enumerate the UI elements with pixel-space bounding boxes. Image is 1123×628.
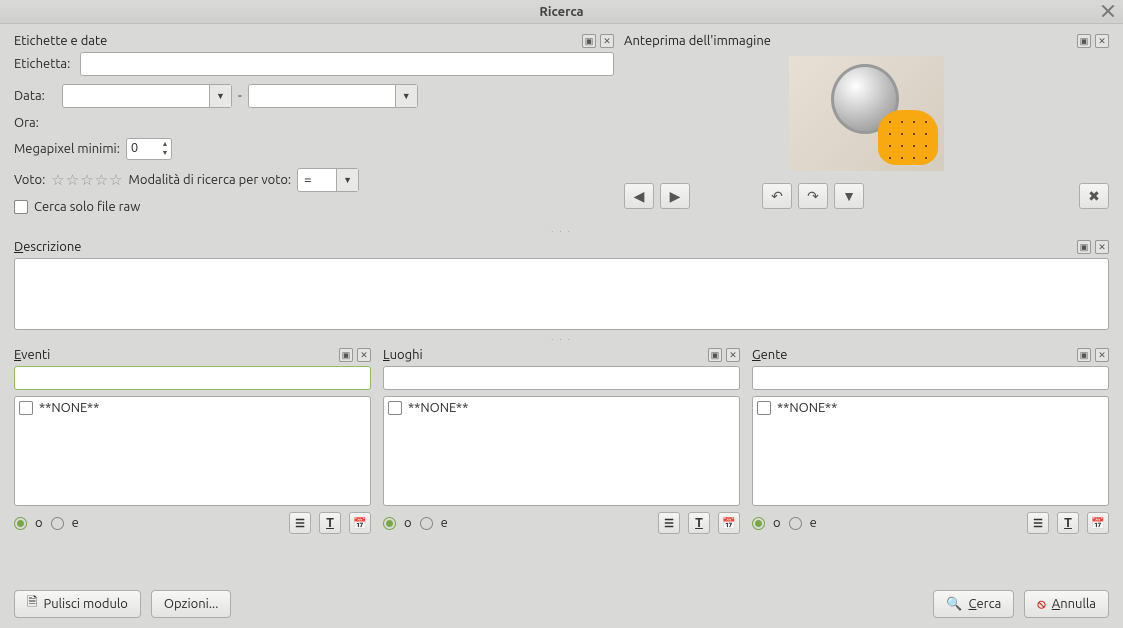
- places-panel: Luoghi ▣ ✕ **NONE** o e ☰ T 📅: [383, 348, 740, 534]
- label-etichetta: Etichetta:: [14, 57, 74, 71]
- list-item: **NONE**: [757, 401, 1104, 415]
- description-title: Descrizione: [14, 240, 1077, 254]
- prev-button[interactable]: ◀: [624, 183, 654, 209]
- clear-form-button[interactable]: 🗎 Pulisci modulo: [14, 590, 141, 618]
- item-checkbox[interactable]: [388, 401, 402, 415]
- rotate-ccw-button[interactable]: ↶: [762, 183, 792, 209]
- stop-icon: ⦸: [1037, 597, 1045, 612]
- select-all-button[interactable]: ☰: [289, 512, 311, 534]
- ratings-toggle-button[interactable]: ▼: [834, 183, 864, 209]
- events-filter-input[interactable]: [14, 366, 371, 390]
- item-checkbox[interactable]: [19, 401, 33, 415]
- megapixel-spinner[interactable]: 0 ▲▼: [126, 138, 172, 160]
- dialog-button-bar: 🗎 Pulisci modulo Opzioni... 🔍 Cerca ⦸ An…: [0, 580, 1123, 628]
- places-radio-o[interactable]: [383, 517, 396, 530]
- label-megapixel: Megapixel minimi:: [14, 142, 120, 156]
- label-ora: Ora:: [14, 116, 39, 130]
- calendar-button[interactable]: 📅: [1087, 512, 1109, 534]
- calendar-button[interactable]: 📅: [718, 512, 740, 534]
- calendar-button[interactable]: 📅: [349, 512, 371, 534]
- events-title: Eventi: [14, 348, 339, 362]
- select-all-button[interactable]: ☰: [658, 512, 680, 534]
- close-panel-icon[interactable]: ✕: [1095, 348, 1109, 362]
- label-data: Data:: [14, 89, 56, 103]
- options-button[interactable]: Opzioni...: [151, 590, 232, 618]
- label-vote-mode: Modalità di ricerca per voto:: [129, 173, 292, 187]
- preview-image: [789, 56, 944, 171]
- description-panel: Descrizione ▣ ✕: [14, 240, 1109, 330]
- star-icon: ☆: [109, 171, 122, 189]
- splitter-handle[interactable]: · · ·: [14, 336, 1109, 342]
- list-item: **NONE**: [19, 401, 366, 415]
- events-panel: Eventi ▣ ✕ **NONE** o e ☰ T 📅: [14, 348, 371, 534]
- document-icon: 🗎: [27, 593, 37, 615]
- search-icon: 🔍: [946, 597, 962, 612]
- detach-icon[interactable]: ▣: [1077, 34, 1091, 48]
- preview-panel: Anteprima dell'immagine ▣ ✕ ◀ ▶ ↶: [624, 34, 1109, 222]
- titlebar: Ricerca: [0, 0, 1123, 24]
- events-listbox[interactable]: **NONE**: [14, 396, 371, 506]
- preview-title: Anteprima dell'immagine: [624, 34, 1077, 48]
- close-panel-icon[interactable]: ✕: [600, 34, 614, 48]
- chevron-down-icon: ▼: [336, 169, 358, 191]
- close-panel-icon[interactable]: ✕: [1095, 34, 1109, 48]
- next-button[interactable]: ▶: [660, 183, 690, 209]
- events-radio-o[interactable]: [14, 517, 27, 530]
- date-from-dropdown[interactable]: ▼: [62, 84, 232, 108]
- detach-icon[interactable]: ▣: [1077, 240, 1091, 254]
- label-voto: Voto:: [14, 173, 45, 187]
- star-icon: ☆: [66, 171, 79, 189]
- places-filter-input[interactable]: [383, 366, 740, 390]
- tags-dates-title: Etichette e date: [14, 34, 582, 48]
- cancel-button[interactable]: ⦸ Annulla: [1024, 590, 1109, 618]
- detach-icon[interactable]: ▣: [339, 348, 353, 362]
- raw-only-label: Cerca solo file raw: [34, 200, 140, 214]
- star-icon: ☆: [51, 171, 64, 189]
- events-radio-e[interactable]: [51, 517, 64, 530]
- star-icon: ☆: [80, 171, 93, 189]
- list-item: **NONE**: [388, 401, 735, 415]
- star-icon: ☆: [95, 171, 108, 189]
- spin-up-icon: ▲: [160, 140, 170, 149]
- places-radio-e[interactable]: [420, 517, 433, 530]
- people-panel: Gente ▣ ✕ **NONE** o e ☰ T 📅: [752, 348, 1109, 534]
- people-radio-e[interactable]: [789, 517, 802, 530]
- vote-stars[interactable]: ☆☆☆☆☆: [51, 171, 122, 189]
- close-panel-icon[interactable]: ✕: [357, 348, 371, 362]
- spin-down-icon: ▼: [160, 149, 170, 158]
- people-title: Gente: [752, 348, 1077, 362]
- splitter-handle[interactable]: · · ·: [14, 228, 1109, 234]
- rotate-cw-button[interactable]: ↷: [798, 183, 828, 209]
- item-checkbox[interactable]: [757, 401, 771, 415]
- tags-dates-panel: Etichette e date ▣ ✕ Etichetta: Data: ▼ …: [14, 34, 614, 222]
- people-radio-o[interactable]: [752, 517, 765, 530]
- alphabetic-button[interactable]: T: [319, 512, 341, 534]
- people-filter-input[interactable]: [752, 366, 1109, 390]
- raw-only-checkbox[interactable]: [14, 200, 28, 214]
- detach-icon[interactable]: ▣: [582, 34, 596, 48]
- close-panel-icon[interactable]: ✕: [1095, 240, 1109, 254]
- tag-input[interactable]: [80, 52, 614, 76]
- window-title: Ricerca: [0, 5, 1123, 19]
- remove-button[interactable]: ✖: [1079, 183, 1109, 209]
- description-textarea[interactable]: [14, 258, 1109, 330]
- places-listbox[interactable]: **NONE**: [383, 396, 740, 506]
- chevron-down-icon: ▼: [395, 85, 417, 107]
- close-icon[interactable]: [1101, 4, 1117, 20]
- places-title: Luoghi: [383, 348, 708, 362]
- detach-icon[interactable]: ▣: [1077, 348, 1091, 362]
- search-button[interactable]: 🔍 Cerca: [933, 590, 1014, 618]
- date-separator: -: [238, 89, 242, 103]
- alphabetic-button[interactable]: T: [688, 512, 710, 534]
- close-panel-icon[interactable]: ✕: [726, 348, 740, 362]
- people-listbox[interactable]: **NONE**: [752, 396, 1109, 506]
- chevron-down-icon: ▼: [209, 85, 231, 107]
- vote-mode-dropdown[interactable]: =▼: [297, 168, 359, 192]
- select-all-button[interactable]: ☰: [1027, 512, 1049, 534]
- detach-icon[interactable]: ▣: [708, 348, 722, 362]
- date-to-dropdown[interactable]: ▼: [248, 84, 418, 108]
- alphabetic-button[interactable]: T: [1057, 512, 1079, 534]
